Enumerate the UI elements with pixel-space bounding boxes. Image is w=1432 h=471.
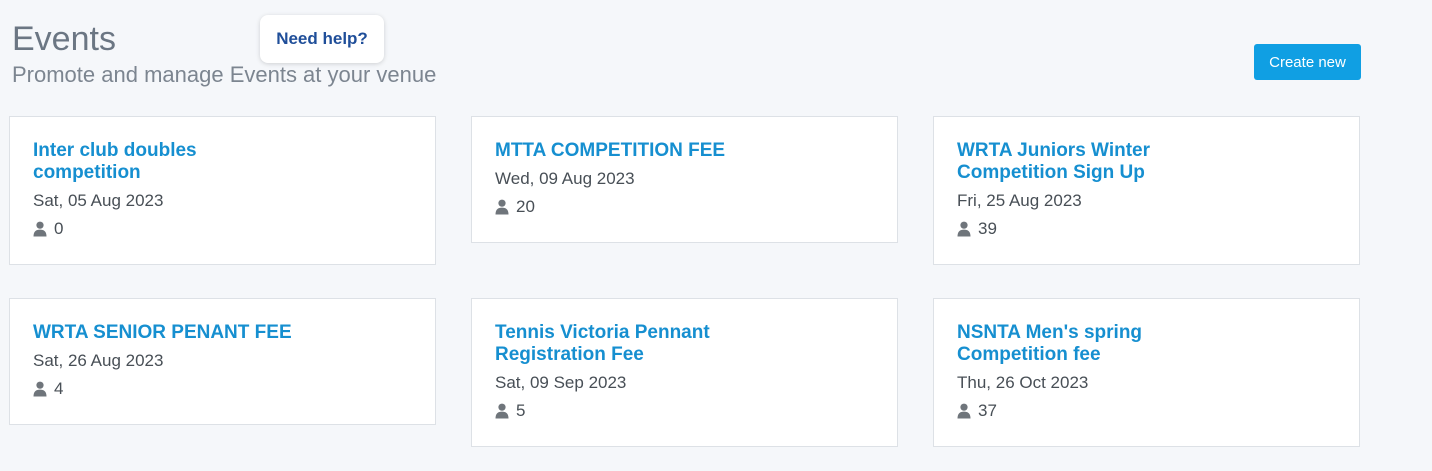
event-attendees: 0 bbox=[33, 218, 412, 240]
event-date: Thu, 26 Oct 2023 bbox=[957, 373, 1089, 392]
page-subtitle: Promote and manage Events at your venue bbox=[12, 62, 437, 87]
event-card[interactable]: NSNTA Men's spring Competition fee Thu, … bbox=[933, 298, 1360, 447]
event-date: Fri, 25 Aug 2023 bbox=[957, 191, 1082, 210]
event-title-link[interactable]: MTTA COMPETITION FEE bbox=[495, 140, 755, 162]
attendee-count: 5 bbox=[516, 401, 526, 420]
event-title-link[interactable]: Inter club doubles competition bbox=[33, 140, 243, 184]
event-title-link[interactable]: WRTA SENIOR PENANT FEE bbox=[33, 322, 293, 344]
events-grid: Inter club doubles competition Sat, 05 A… bbox=[9, 116, 1360, 447]
attendee-count: 0 bbox=[54, 219, 64, 238]
event-date: Sat, 05 Aug 2023 bbox=[33, 191, 164, 210]
page-title: Events bbox=[12, 20, 116, 58]
event-card[interactable]: Inter club doubles competition Sat, 05 A… bbox=[9, 116, 436, 265]
event-date: Sat, 09 Sep 2023 bbox=[495, 373, 627, 392]
event-title-link[interactable]: NSNTA Men's spring Competition fee bbox=[957, 322, 1167, 366]
event-date: Sat, 26 Aug 2023 bbox=[33, 351, 164, 370]
event-attendees: 39 bbox=[957, 218, 1336, 240]
event-title-link[interactable]: WRTA Juniors Winter Competition Sign Up bbox=[957, 140, 1167, 184]
event-date: Wed, 09 Aug 2023 bbox=[495, 169, 635, 188]
event-attendees: 37 bbox=[957, 400, 1336, 422]
event-card[interactable]: WRTA SENIOR PENANT FEE Sat, 26 Aug 2023 … bbox=[9, 298, 436, 425]
event-attendees: 5 bbox=[495, 400, 874, 422]
event-card[interactable]: Tennis Victoria Pennant Registration Fee… bbox=[471, 298, 898, 447]
attendee-count: 4 bbox=[54, 379, 64, 398]
create-new-button[interactable]: Create new bbox=[1254, 44, 1361, 80]
event-attendees: 20 bbox=[495, 196, 874, 218]
event-card[interactable]: WRTA Juniors Winter Competition Sign Up … bbox=[933, 116, 1360, 265]
user-icon bbox=[495, 199, 509, 215]
attendee-count: 37 bbox=[978, 401, 997, 420]
user-icon bbox=[33, 221, 47, 237]
user-icon bbox=[33, 381, 47, 397]
attendee-count: 20 bbox=[516, 197, 535, 216]
attendee-count: 39 bbox=[978, 219, 997, 238]
event-title-link[interactable]: Tennis Victoria Pennant Registration Fee bbox=[495, 322, 755, 366]
user-icon bbox=[957, 221, 971, 237]
event-card[interactable]: MTTA COMPETITION FEE Wed, 09 Aug 2023 20 bbox=[471, 116, 898, 243]
need-help-button[interactable]: Need help? bbox=[260, 15, 384, 63]
event-attendees: 4 bbox=[33, 378, 412, 400]
user-icon bbox=[495, 403, 509, 419]
user-icon bbox=[957, 403, 971, 419]
